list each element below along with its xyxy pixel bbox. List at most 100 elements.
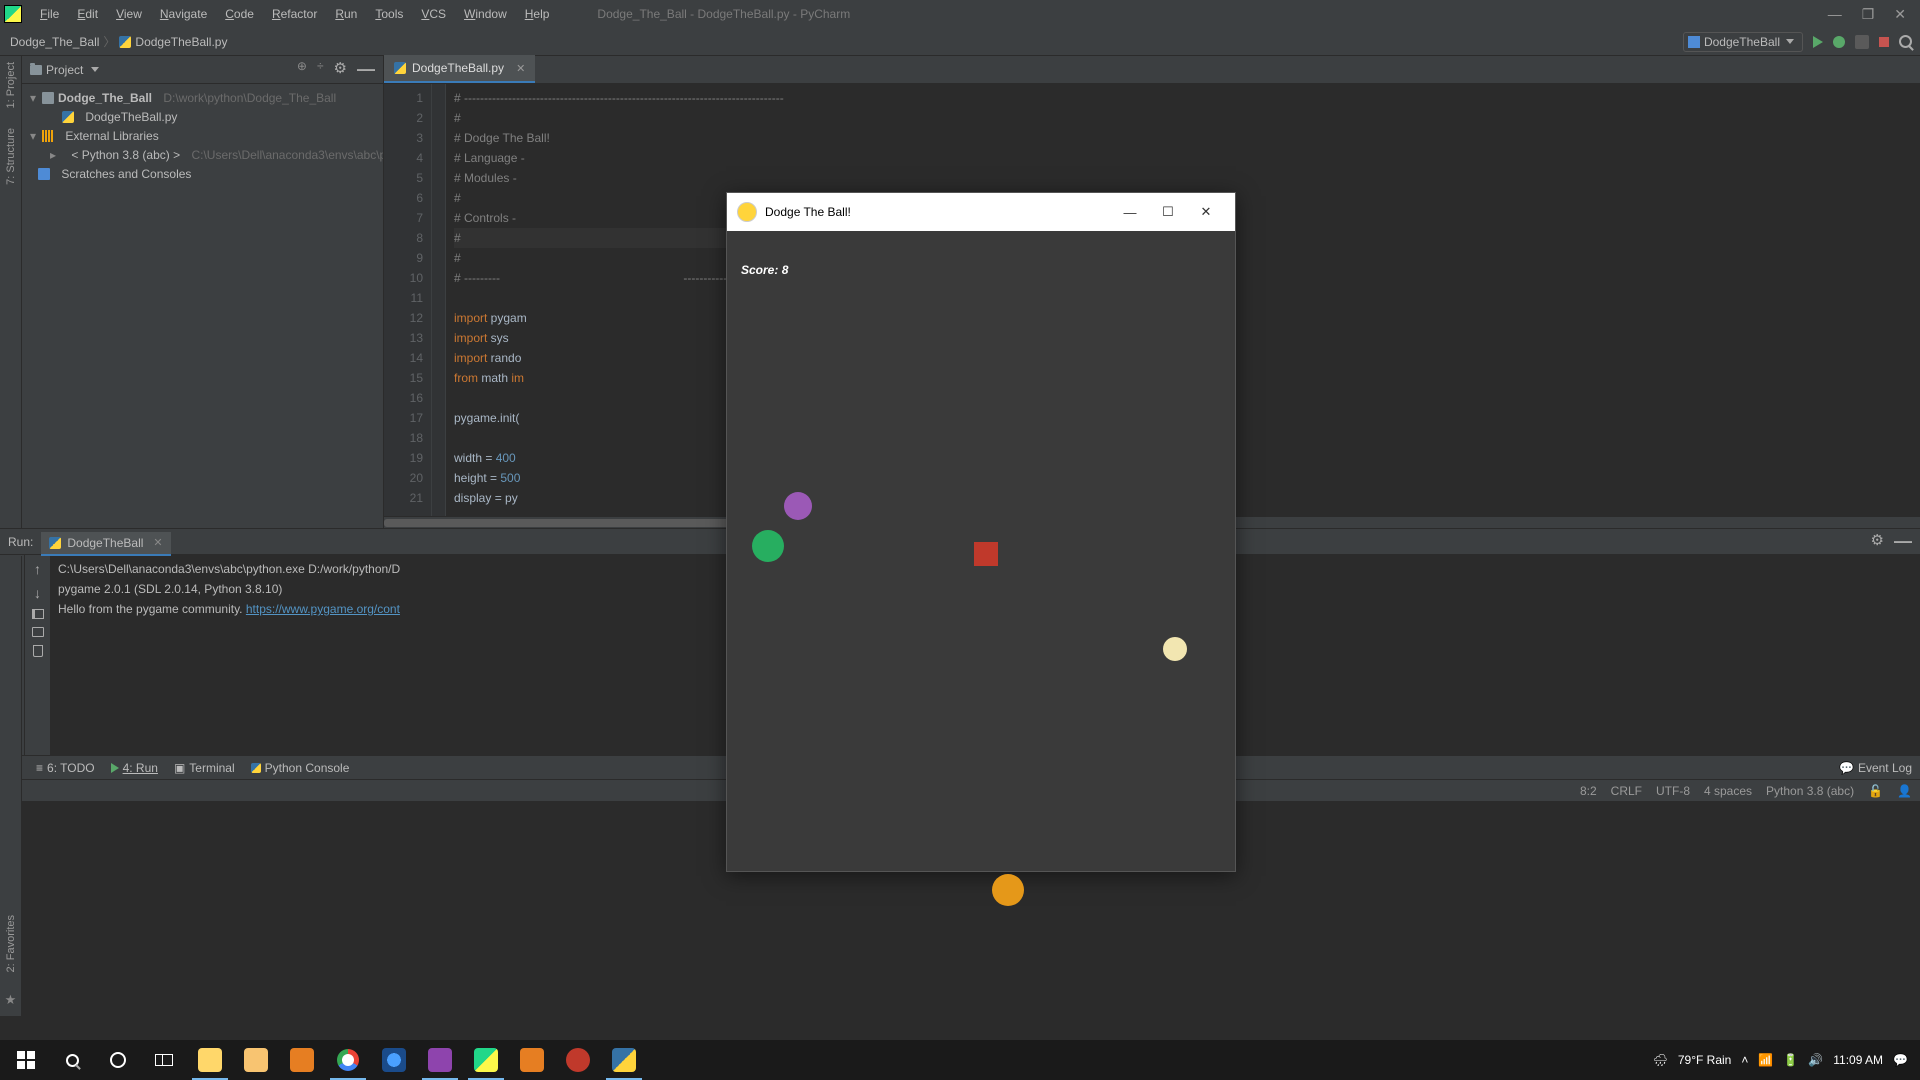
soft-wrap-icon[interactable] <box>32 609 44 619</box>
start-button[interactable] <box>4 1040 48 1080</box>
game-canvas[interactable]: Score: 8 <box>727 231 1235 871</box>
menu-refactor[interactable]: Refactor <box>264 3 325 25</box>
memory-icon[interactable]: 👤 <box>1897 784 1912 798</box>
tray-chevron-icon[interactable]: ˄ <box>1741 1053 1748 1067</box>
pygame-title-bar[interactable]: Dodge The Ball! — ☐ ✕ <box>727 193 1235 231</box>
tab-favorites[interactable]: 2: Favorites <box>5 915 17 972</box>
tab-project[interactable]: 1: Project <box>5 62 17 108</box>
taskbar-app-pycharm[interactable] <box>464 1040 508 1080</box>
clock[interactable]: 11:09 AM <box>1833 1053 1883 1067</box>
tab-run[interactable]: 4: Run <box>111 761 158 775</box>
menu-window[interactable]: Window <box>456 3 515 25</box>
taskbar-app-vs[interactable] <box>418 1040 462 1080</box>
task-view-button[interactable] <box>142 1040 186 1080</box>
close-tab-icon[interactable]: ✕ <box>153 536 162 549</box>
tab-terminal[interactable]: ▣ Terminal <box>174 761 235 775</box>
minimize-icon[interactable]: — <box>1111 205 1149 220</box>
run-label: Run: <box>8 535 33 549</box>
menu-edit[interactable]: Edit <box>69 3 106 25</box>
interpreter[interactable]: Python 3.8 (abc) <box>1766 784 1854 798</box>
minimize-icon[interactable]: — <box>1828 6 1842 23</box>
window-title: Dodge_The_Ball - DodgeTheBall.py - PyCha… <box>557 7 1827 21</box>
search-button[interactable] <box>50 1040 94 1080</box>
tree-root[interactable]: Dodge_The_Ball <box>58 91 152 105</box>
volume-icon[interactable]: 🔊 <box>1808 1053 1823 1067</box>
console-link[interactable]: https://www.pygame.org/cont <box>246 602 400 616</box>
taskbar-app[interactable] <box>372 1040 416 1080</box>
locate-icon[interactable]: ⊕ <box>297 59 307 80</box>
taskbar-app[interactable] <box>556 1040 600 1080</box>
taskbar-app-python[interactable] <box>602 1040 646 1080</box>
close-tab-icon[interactable]: ✕ <box>516 62 525 75</box>
maximize-icon[interactable]: ☐ <box>1149 204 1187 220</box>
maximize-icon[interactable]: ❐ <box>1862 6 1875 23</box>
tree-scratches[interactable]: Scratches and Consoles <box>61 167 191 181</box>
hide-icon[interactable]: — <box>357 59 375 80</box>
wifi-icon[interactable]: 📶 <box>1758 1053 1773 1067</box>
menu-code[interactable]: Code <box>217 3 262 25</box>
gear-icon[interactable]: ⚙ <box>1871 531 1884 552</box>
taskbar-app-sublime[interactable] <box>510 1040 554 1080</box>
python-file-icon <box>49 537 61 549</box>
chrome-icon <box>337 1049 359 1071</box>
run-tab[interactable]: DodgeTheBall ✕ <box>41 532 170 556</box>
tab-todo[interactable]: ≡ 6: TODO <box>36 761 95 775</box>
menu-vcs[interactable]: VCS <box>413 3 454 25</box>
taskbar-app[interactable] <box>280 1040 324 1080</box>
event-log[interactable]: 💬 Event Log <box>1839 761 1912 775</box>
folder-icon <box>30 65 42 75</box>
trash-icon[interactable] <box>33 645 43 657</box>
weather-icon[interactable]: 🌧 <box>1653 1053 1668 1067</box>
tab-structure[interactable]: 7: Structure <box>5 128 17 185</box>
run-with-coverage-button[interactable] <box>1855 35 1869 49</box>
fold-gutter[interactable] <box>432 84 446 516</box>
windows-taskbar[interactable]: 🌧 79°F Rain ˄ 📶 🔋 🔊 11:09 AM 💬 <box>0 1040 1920 1080</box>
editor-tab[interactable]: DodgeTheBall.py ✕ <box>384 55 535 83</box>
readonly-icon[interactable]: 🔓 <box>1868 784 1883 798</box>
tree-file[interactable]: DodgeTheBall.py <box>85 110 177 124</box>
caret-position[interactable]: 8:2 <box>1580 784 1597 798</box>
up-icon[interactable]: ↑ <box>34 561 41 577</box>
project-panel-title: Project <box>46 63 83 77</box>
close-icon[interactable]: ✕ <box>1894 6 1906 23</box>
indent[interactable]: 4 spaces <box>1704 784 1752 798</box>
left-toolwindow-bar: 1: Project 7: Structure <box>0 56 22 528</box>
python-file-icon <box>62 111 74 123</box>
chevron-down-icon[interactable] <box>91 67 99 72</box>
run-config-selector[interactable]: DodgeTheBall <box>1683 32 1803 52</box>
project-tree[interactable]: ▾ Dodge_The_Ball D:\work\python\Dodge_Th… <box>22 84 383 187</box>
breadcrumb-project[interactable]: Dodge_The_Ball <box>10 35 99 49</box>
battery-icon[interactable]: 🔋 <box>1783 1053 1798 1067</box>
run-button[interactable] <box>1813 36 1823 48</box>
search-everywhere-button[interactable] <box>1899 35 1912 48</box>
taskbar-app-folder[interactable] <box>234 1040 278 1080</box>
pygame-window[interactable]: Dodge The Ball! — ☐ ✕ Score: 8 <box>726 192 1236 872</box>
taskbar-app-explorer[interactable] <box>188 1040 232 1080</box>
line-ending[interactable]: CRLF <box>1611 784 1642 798</box>
down-icon[interactable]: ↓ <box>34 585 41 601</box>
collapse-icon[interactable]: ÷ <box>317 59 324 80</box>
tree-python-env[interactable]: < Python 3.8 (abc) > <box>71 148 180 162</box>
line-numbers: 123456789101112131415161718192021 <box>384 84 432 516</box>
stop-button[interactable] <box>1879 37 1889 47</box>
run-config-name: DodgeTheBall <box>1704 35 1780 49</box>
close-icon[interactable]: ✕ <box>1187 204 1225 220</box>
tab-python-console[interactable]: Python Console <box>251 761 350 775</box>
gear-icon[interactable]: ⚙ <box>334 59 347 80</box>
menu-file[interactable]: File <box>32 3 67 25</box>
breadcrumb-file[interactable]: DodgeTheBall.py <box>135 35 227 49</box>
taskbar-app-chrome[interactable] <box>326 1040 370 1080</box>
print-icon[interactable] <box>32 627 44 637</box>
cortana-button[interactable] <box>96 1040 140 1080</box>
menu-tools[interactable]: Tools <box>367 3 411 25</box>
menu-view[interactable]: View <box>108 3 150 25</box>
tree-external-libs[interactable]: External Libraries <box>65 129 158 143</box>
menu-navigate[interactable]: Navigate <box>152 3 215 25</box>
hide-icon[interactable]: — <box>1894 531 1912 552</box>
debug-button[interactable] <box>1833 36 1845 48</box>
menu-run[interactable]: Run <box>327 3 365 25</box>
notifications-icon[interactable]: 💬 <box>1893 1053 1908 1067</box>
menu-help[interactable]: Help <box>517 3 558 25</box>
system-tray[interactable]: 🌧 79°F Rain ˄ 📶 🔋 🔊 11:09 AM 💬 <box>1653 1053 1916 1067</box>
file-encoding[interactable]: UTF-8 <box>1656 784 1690 798</box>
